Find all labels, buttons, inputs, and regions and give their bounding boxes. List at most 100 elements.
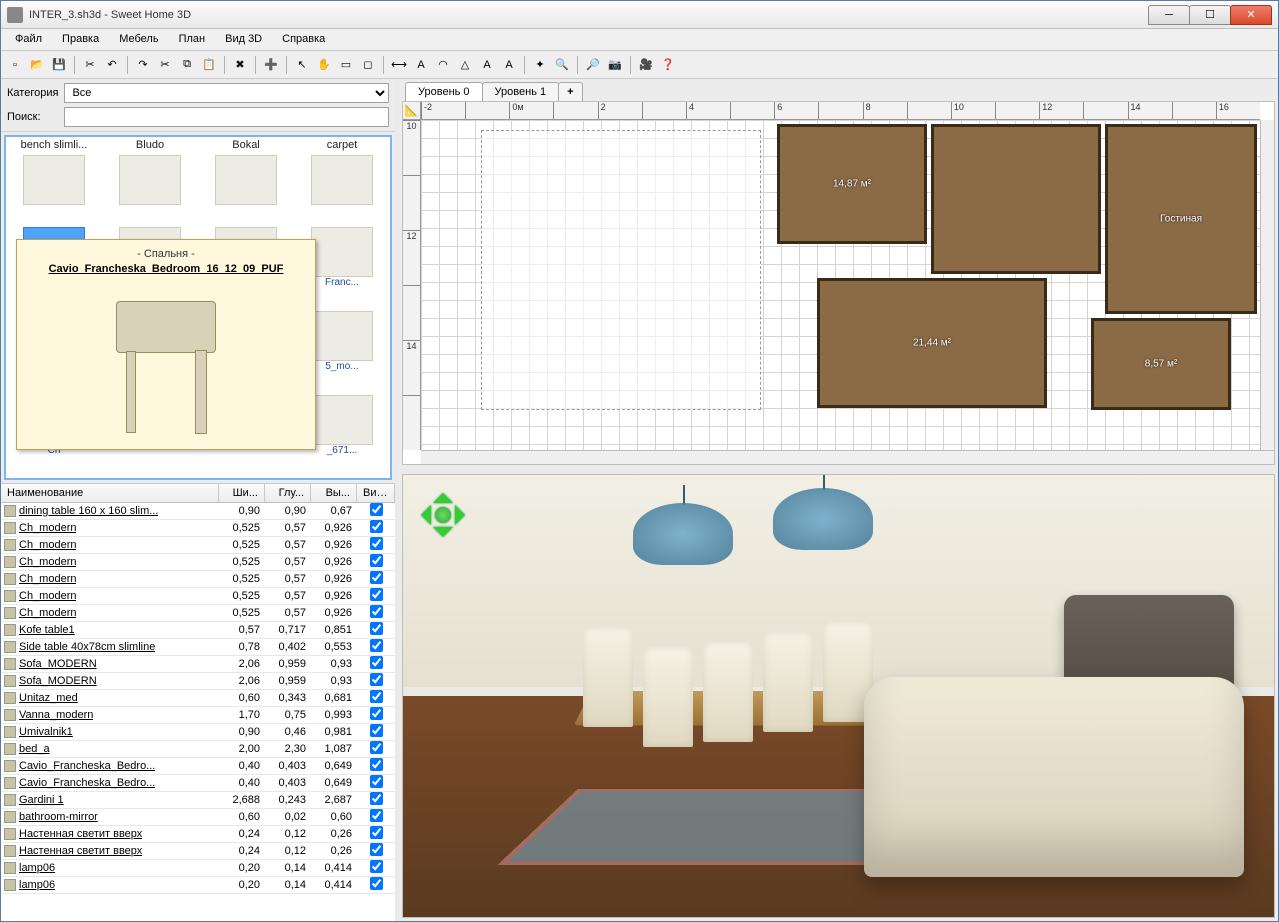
table-row[interactable]: Unitaz_med0,600,3430,681 xyxy=(1,690,395,707)
visible-checkbox[interactable] xyxy=(370,724,383,737)
visible-checkbox[interactable] xyxy=(370,843,383,856)
view-3d[interactable] xyxy=(402,474,1275,918)
catalog-item[interactable]: Bludo xyxy=(102,137,198,221)
table-row[interactable]: Настенная светит вверх0,240,120,26 xyxy=(1,826,395,843)
visible-checkbox[interactable] xyxy=(370,826,383,839)
col-name-header[interactable]: Наименование xyxy=(1,484,219,502)
table-row[interactable]: Ch_modern0,5250,570,926 xyxy=(1,588,395,605)
menu-help[interactable]: Справка xyxy=(272,29,335,50)
visible-checkbox[interactable] xyxy=(370,503,383,516)
catalog-item[interactable]: Bokal xyxy=(198,137,294,221)
visible-checkbox[interactable] xyxy=(370,605,383,618)
visible-checkbox[interactable] xyxy=(370,571,383,584)
tab-level-1[interactable]: Уровень 1 xyxy=(482,82,560,101)
table-row[interactable]: lamp060,200,140,414 xyxy=(1,877,395,894)
undo-icon[interactable]: ↶ xyxy=(102,55,122,75)
text-icon[interactable]: A xyxy=(411,55,431,75)
wall-icon[interactable]: ▭ xyxy=(336,55,356,75)
catalog-item[interactable]: bench slimli... xyxy=(6,137,102,221)
room-3[interactable] xyxy=(1091,318,1231,410)
menu-furniture[interactable]: Мебель xyxy=(109,29,168,50)
ruler-origin[interactable]: 📐 xyxy=(403,102,421,120)
col-width-header[interactable]: Ши... xyxy=(219,484,265,502)
dim-icon[interactable]: ⟷ xyxy=(389,55,409,75)
col-depth-header[interactable]: Глу... xyxy=(265,484,311,502)
menu-view3d[interactable]: Вид 3D xyxy=(215,29,272,50)
table-row[interactable]: Cavio_Francheska_Bedro...0,400,4030,649 xyxy=(1,758,395,775)
plan-scroll-h[interactable] xyxy=(421,450,1274,464)
nav-center-icon[interactable] xyxy=(435,507,451,523)
text3-icon[interactable]: A xyxy=(499,55,519,75)
visible-checkbox[interactable] xyxy=(370,758,383,771)
copy-icon[interactable]: ⧉ xyxy=(177,55,197,75)
room-living[interactable] xyxy=(1105,124,1257,314)
open-icon[interactable]: 📂 xyxy=(27,55,47,75)
visible-checkbox[interactable] xyxy=(370,741,383,754)
menu-plan[interactable]: План xyxy=(169,29,216,50)
table-row[interactable]: Настенная светит вверх0,240,120,26 xyxy=(1,843,395,860)
video-icon[interactable]: 🎥 xyxy=(636,55,656,75)
redo-icon[interactable]: ↷ xyxy=(133,55,153,75)
table-row[interactable]: Cavio_Francheska_Bedro...0,400,4030,649 xyxy=(1,775,395,792)
table-row[interactable]: dining table 160 x 160 slim...0,900,900,… xyxy=(1,503,395,520)
table-row[interactable]: Kofe table10,570,7170,851 xyxy=(1,622,395,639)
paste-icon[interactable]: 📋 xyxy=(199,55,219,75)
table-row[interactable]: Umivalnik10,900,460,981 xyxy=(1,724,395,741)
room-icon[interactable]: ◻ xyxy=(358,55,378,75)
save-icon[interactable]: 💾 xyxy=(49,55,69,75)
col-height-header[interactable]: Вы... xyxy=(311,484,357,502)
furniture-catalog[interactable]: bench slimli...BludoBokalcarpetCaFranc..… xyxy=(4,135,392,480)
table-row[interactable]: bed_a2,002,301,087 xyxy=(1,741,395,758)
visible-checkbox[interactable] xyxy=(370,588,383,601)
pan-icon[interactable]: ✋ xyxy=(314,55,334,75)
cut-icon[interactable]: ✂ xyxy=(155,55,175,75)
visible-checkbox[interactable] xyxy=(370,520,383,533)
text2-icon[interactable]: A xyxy=(477,55,497,75)
nav-down-icon[interactable] xyxy=(433,527,453,547)
visible-checkbox[interactable] xyxy=(370,554,383,567)
arc-icon[interactable]: ◠ xyxy=(433,55,453,75)
menu-file[interactable]: Файл xyxy=(5,29,52,50)
room-dining[interactable] xyxy=(931,124,1101,274)
nav-right-icon[interactable] xyxy=(455,505,475,525)
delete-icon[interactable]: ✖ xyxy=(230,55,250,75)
compass-icon[interactable]: ✦ xyxy=(530,55,550,75)
tab-level-0[interactable]: Уровень 0 xyxy=(405,82,483,101)
minimize-button[interactable]: ─ xyxy=(1148,5,1190,25)
table-row[interactable]: Sofa_MODERN2,060,9590,93 xyxy=(1,656,395,673)
photo-icon[interactable]: 📷 xyxy=(605,55,625,75)
visible-checkbox[interactable] xyxy=(370,690,383,703)
visible-checkbox[interactable] xyxy=(370,809,383,822)
add-furn-icon[interactable]: ➕ xyxy=(261,55,281,75)
prefs-icon[interactable]: ✂ xyxy=(80,55,100,75)
nav-left-icon[interactable] xyxy=(411,505,431,525)
select-icon[interactable]: ↖ xyxy=(292,55,312,75)
table-row[interactable]: Sofa_MODERN2,060,9590,93 xyxy=(1,673,395,690)
visible-checkbox[interactable] xyxy=(370,639,383,652)
plan-scroll-v[interactable] xyxy=(1260,120,1274,450)
nav-compass[interactable] xyxy=(415,487,471,543)
tab-add-level[interactable]: + xyxy=(558,82,582,101)
table-row[interactable]: Ch_modern0,5250,570,926 xyxy=(1,571,395,588)
visible-checkbox[interactable] xyxy=(370,877,383,890)
nav-up-icon[interactable] xyxy=(433,483,453,503)
plan-viewport[interactable]: 📐 -20м246810121416 101214 xyxy=(402,101,1275,465)
table-row[interactable]: lamp060,200,140,414 xyxy=(1,860,395,877)
table-row[interactable]: Ch_modern0,5250,570,926 xyxy=(1,537,395,554)
visible-checkbox[interactable] xyxy=(370,656,383,669)
plan-canvas[interactable] xyxy=(421,120,1260,450)
zoom-in-icon[interactable]: 🔍 xyxy=(552,55,572,75)
table-row[interactable]: Side table 40x78cm slimline0,780,4020,55… xyxy=(1,639,395,656)
visible-checkbox[interactable] xyxy=(370,860,383,873)
maximize-button[interactable]: ☐ xyxy=(1189,5,1231,25)
menu-edit[interactable]: Правка xyxy=(52,29,109,50)
search-input[interactable] xyxy=(64,107,389,127)
new-icon[interactable]: ▫ xyxy=(5,55,25,75)
poly-icon[interactable]: △ xyxy=(455,55,475,75)
zoom-out-icon[interactable]: 🔎 xyxy=(583,55,603,75)
close-button[interactable]: ✕ xyxy=(1230,5,1272,25)
table-row[interactable]: bathroom-mirror0,600,020,60 xyxy=(1,809,395,826)
visible-checkbox[interactable] xyxy=(370,537,383,550)
visible-checkbox[interactable] xyxy=(370,775,383,788)
visible-checkbox[interactable] xyxy=(370,792,383,805)
